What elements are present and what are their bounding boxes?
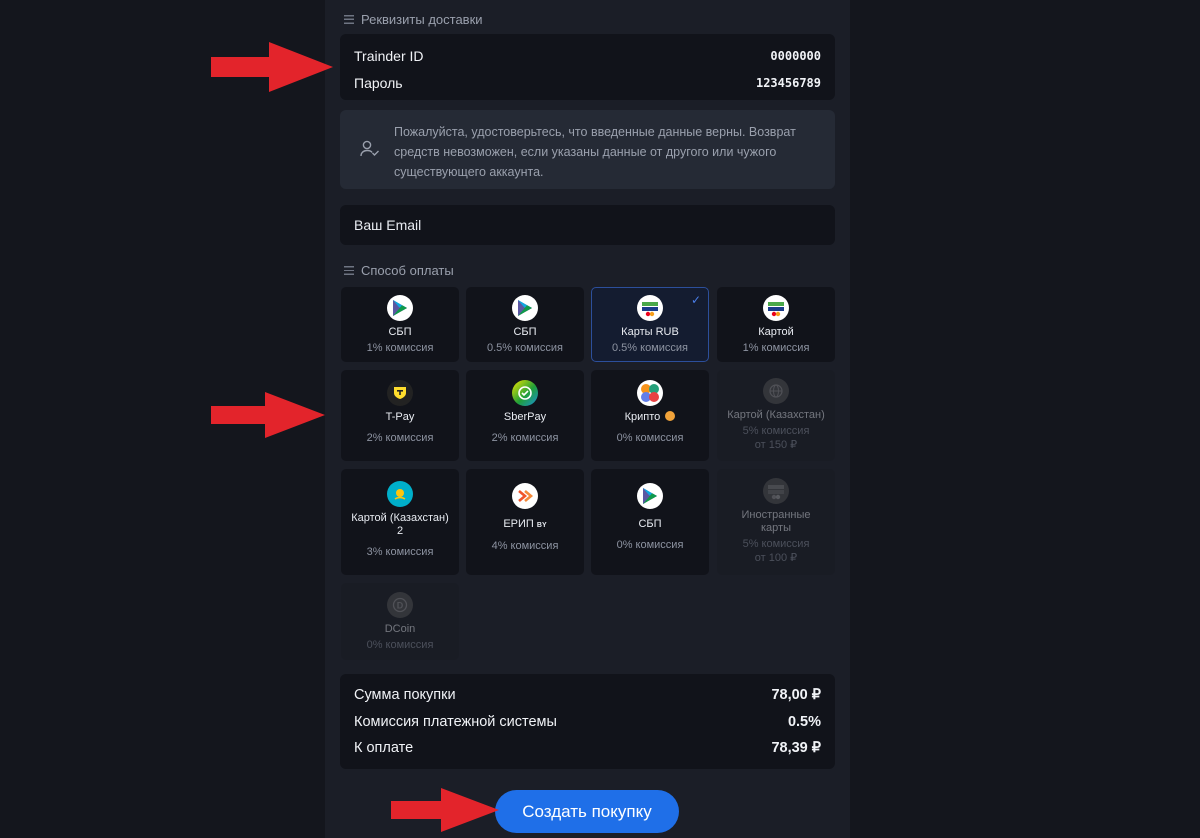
- payment-method-dcoin: D DCoin 0% комиссия: [341, 583, 459, 660]
- delivery-section-title: Реквизиты доставки: [344, 12, 483, 27]
- kazakhstan-flag-icon: [387, 481, 413, 507]
- payment-method-card[interactable]: Картой 1% комиссия: [717, 287, 835, 362]
- payment-method-sbp-1[interactable]: СБП 1% комиссия: [341, 287, 459, 362]
- red-arrow-icon: [391, 788, 499, 832]
- refund-notice: Пожалуйста, удостоверьтесь, что введенны…: [340, 110, 835, 189]
- email-field[interactable]: Ваш Email: [340, 205, 835, 245]
- crypto-icon: [637, 380, 663, 406]
- refund-notice-text: Пожалуйста, удостоверьтесь, что введенны…: [394, 125, 796, 179]
- check-icon: ✓: [690, 293, 701, 307]
- create-purchase-button[interactable]: Создать покупку: [495, 790, 679, 833]
- user-check-icon: [360, 140, 380, 163]
- coin-badge-icon: [665, 411, 676, 421]
- mir-visa-icon: [763, 295, 789, 321]
- globe-icon: [763, 378, 789, 404]
- payment-section-title: Способ оплаты: [344, 263, 454, 278]
- tpay-icon: [387, 380, 413, 406]
- sbp-icon: [512, 295, 538, 321]
- mir-visa-icon: [763, 478, 789, 504]
- payment-method-tpay[interactable]: T-Pay 2% комиссия: [341, 370, 459, 461]
- payment-method-crypto[interactable]: Крипто 0% комиссия: [591, 370, 709, 461]
- sbp-icon: [387, 295, 413, 321]
- red-arrow-icon: [211, 42, 333, 92]
- list-icon: [344, 266, 354, 275]
- trainder-id-value: 0000000: [770, 48, 821, 63]
- payment-method-card-kazakhstan-2[interactable]: Картой (Казахстан) 2 3% комиссия: [341, 469, 459, 575]
- payment-method-sbp-3[interactable]: СБП 0% комиссия: [591, 469, 709, 575]
- red-arrow-icon: [211, 392, 325, 438]
- mir-visa-icon: [637, 295, 663, 321]
- payment-method-sbp-2[interactable]: СБП 0.5% комиссия: [466, 287, 584, 362]
- password-row: Пароль 123456789: [354, 74, 821, 91]
- payment-method-foreign-cards: Иностранные карты 5% комиссия от 100 ₽: [717, 469, 835, 575]
- payment-method-sberpay[interactable]: SberPay 2% комиссия: [466, 370, 584, 461]
- trainder-id-row: Trainder ID 0000000: [354, 47, 821, 64]
- commission-row: Комиссия платежной системы 0.5%: [354, 713, 821, 730]
- svg-text:D: D: [397, 601, 404, 611]
- sberpay-icon: [512, 380, 538, 406]
- dcoin-icon: D: [387, 592, 413, 618]
- payment-method-erip[interactable]: ЕРИП BY 4% комиссия: [466, 469, 584, 575]
- list-icon: [344, 15, 354, 24]
- password-value: 123456789: [755, 75, 821, 90]
- sbp-icon: [637, 483, 663, 509]
- purchase-sum-row: Сумма покупки 78,00 ₽: [354, 687, 821, 704]
- total-row: К оплате 78,39 ₽: [354, 740, 821, 757]
- payment-method-cards-rub[interactable]: ✓ Карты RUB 0.5% комиссия: [591, 287, 709, 362]
- payment-method-card-kazakhstan: Картой (Казахстан) 5% комиссия от 150 ₽: [717, 370, 835, 461]
- order-summary: Сумма покупки 78,00 ₽ Комиссия платежной…: [340, 674, 835, 769]
- delivery-details-card: Trainder ID 0000000 Пароль 123456789: [340, 34, 835, 100]
- erip-icon: [512, 483, 538, 509]
